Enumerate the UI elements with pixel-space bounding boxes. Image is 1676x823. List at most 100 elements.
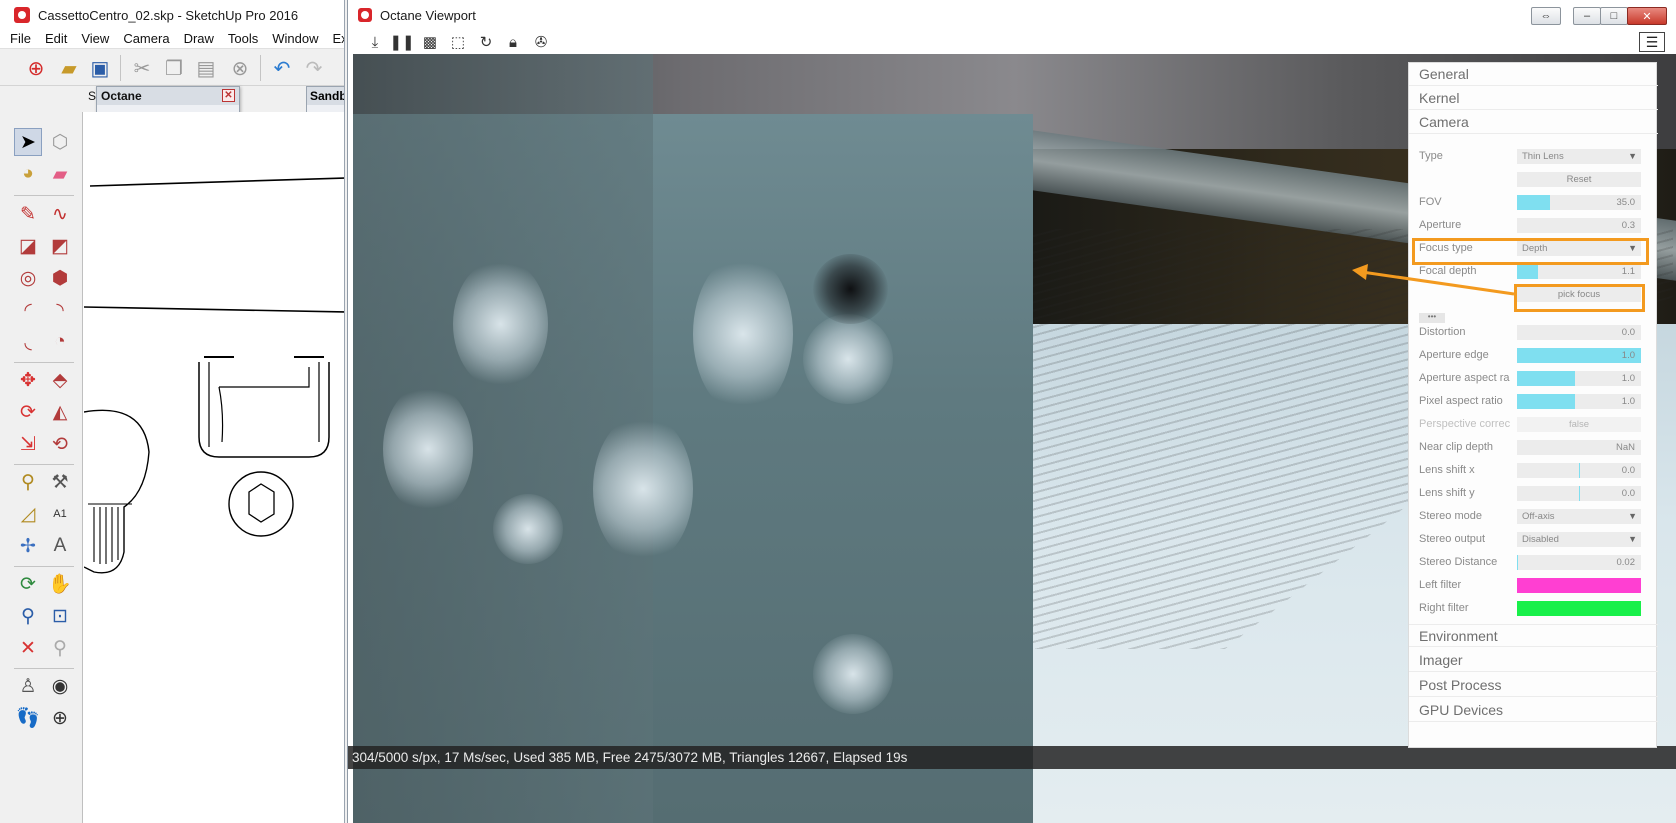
camera-type-value: Thin Lens — [1522, 151, 1564, 162]
aperture-edge-slider[interactable]: 1.0 — [1517, 348, 1641, 363]
stereo-mode-dropdown[interactable]: Off-axis ▼ — [1517, 509, 1641, 524]
line-tool-icon[interactable]: ✎ — [14, 200, 42, 228]
reset-button[interactable]: Reset — [1517, 172, 1641, 187]
section-plane-icon[interactable]: ⊕ — [46, 704, 74, 732]
pause-icon[interactable]: ❚❚ — [389, 32, 414, 52]
menu-camera[interactable]: Camera — [123, 31, 169, 46]
octane-toolbar-header[interactable]: Octane ✕ — [97, 87, 239, 105]
tool-separator — [14, 668, 74, 669]
pan-tool-icon[interactable]: ✋ — [46, 570, 74, 598]
section-kernel[interactable]: Kernel — [1409, 87, 1658, 110]
circle-tool-icon[interactable]: ◎ — [14, 264, 42, 292]
tape-measure-icon[interactable]: ⚲ — [14, 468, 42, 496]
hamburger-menu-icon[interactable]: ☰ — [1639, 32, 1665, 52]
paint-bucket-icon[interactable]: ◕ — [14, 160, 42, 188]
3d-text-icon[interactable]: A — [46, 532, 74, 560]
zoom-window-icon[interactable]: ⊡ — [46, 602, 74, 630]
select-tool-icon[interactable]: ➤ — [14, 128, 42, 156]
orbit-tool-icon[interactable]: ⟳ — [14, 570, 42, 598]
menu-tools[interactable]: Tools — [228, 31, 258, 46]
new-file-icon[interactable]: ⊕ — [22, 54, 50, 82]
rotate-tool-icon[interactable]: ⟳ — [14, 398, 42, 426]
close-icon[interactable]: ✕ — [1627, 7, 1667, 25]
aperture-slider[interactable]: 0.3 — [1517, 218, 1641, 233]
checker-icon[interactable]: ▩ — [420, 32, 440, 52]
menu-extensions[interactable]: Exter — [333, 31, 344, 46]
rectangle-tool-icon[interactable]: ◪ — [14, 232, 42, 260]
section-camera[interactable]: Camera — [1409, 111, 1658, 134]
sandbox-toolbar-title: Sandb — [307, 87, 344, 105]
scale-tool-icon[interactable]: ⇲ — [14, 430, 42, 458]
dimension-tool-icon[interactable]: ⚒ — [46, 468, 74, 496]
menu-window[interactable]: Window — [272, 31, 318, 46]
lens-shift-x-slider[interactable]: 0.0 — [1517, 463, 1641, 478]
aperture-aspect-slider-fill — [1517, 371, 1576, 386]
sketchup-standard-toolbar: ⊕ ▰ ▣ ✂ ❐ ▤ ⊗ ↶ ↷ — [0, 48, 344, 86]
menu-edit[interactable]: Edit — [45, 31, 67, 46]
focal-depth-slider-fill — [1517, 264, 1539, 279]
perspective-correction-toggle[interactable]: false — [1517, 417, 1641, 432]
look-around-icon[interactable]: ◉ — [46, 672, 74, 700]
eraser-icon[interactable]: ▰ — [46, 160, 74, 188]
section-gpu-devices[interactable]: GPU Devices — [1409, 699, 1658, 722]
section-post-process[interactable]: Post Process — [1409, 674, 1658, 697]
position-camera-icon[interactable]: ♙ — [14, 672, 42, 700]
stereo-distance-slider[interactable]: 0.02 — [1517, 555, 1641, 570]
cut-icon[interactable]: ✂ — [128, 54, 156, 82]
erase-icon[interactable]: ⊗ — [226, 54, 254, 82]
near-clip-slider[interactable]: NaN — [1517, 440, 1641, 455]
maximize-icon[interactable]: □ — [1600, 7, 1628, 25]
section-imager[interactable]: Imager — [1409, 649, 1658, 672]
fov-slider[interactable]: 35.0 — [1517, 195, 1641, 210]
protractor-icon[interactable]: ◿ — [14, 500, 42, 528]
arc-tool-icon[interactable]: ◜ — [14, 296, 42, 324]
left-filter-color-swatch[interactable] — [1517, 578, 1641, 593]
sketchup-drawing-area[interactable] — [83, 112, 344, 823]
undo-icon[interactable]: ↶ — [268, 54, 296, 82]
zoom-extents-icon[interactable]: ✕ — [14, 634, 42, 662]
menu-view[interactable]: View — [81, 31, 109, 46]
aperture-icon[interactable]: ✇ — [531, 32, 551, 52]
zoom-tool-icon[interactable]: ⚲ — [14, 602, 42, 630]
move-tool-icon[interactable]: ✥ — [14, 366, 42, 394]
aperture-aspect-slider[interactable]: 1.0 — [1517, 371, 1641, 386]
pixel-aspect-slider[interactable]: 1.0 — [1517, 394, 1641, 409]
region-icon[interactable]: ⬚ — [448, 32, 468, 52]
camera-type-dropdown[interactable]: Thin Lens ▼ — [1517, 149, 1641, 164]
save-icon[interactable]: ▣ — [86, 54, 114, 82]
polygon-tool-icon[interactable]: ⬢ — [46, 264, 74, 292]
focal-depth-slider[interactable]: 1.1 — [1517, 264, 1641, 279]
lock-icon[interactable]: 🔒︎ — [503, 32, 523, 52]
rotated-rectangle-icon[interactable]: ◩ — [46, 232, 74, 260]
chevron-down-icon: ▼ — [1628, 511, 1637, 521]
close-icon[interactable]: ✕ — [222, 89, 235, 102]
open-folder-icon[interactable]: ▰ — [55, 54, 83, 82]
axes-tool-icon[interactable]: ✢ — [14, 532, 42, 560]
text-tool-icon[interactable]: A1 — [46, 500, 74, 528]
redo-icon[interactable]: ↷ — [300, 54, 328, 82]
copy-icon[interactable]: ❐ — [160, 54, 188, 82]
pie-tool-icon[interactable]: ◔ — [46, 328, 74, 356]
export-icon[interactable]: ⤓ — [365, 32, 385, 52]
section-general[interactable]: General — [1409, 63, 1658, 86]
follow-me-icon[interactable]: ◭ — [46, 398, 74, 426]
two-point-arc-icon[interactable]: ◝ — [46, 296, 74, 324]
freehand-tool-icon[interactable]: ∿ — [46, 200, 74, 228]
lens-shift-y-slider[interactable]: 0.0 — [1517, 486, 1641, 501]
right-filter-color-swatch[interactable] — [1517, 601, 1641, 616]
walk-tool-icon[interactable]: 👣 — [14, 704, 42, 732]
section-environment[interactable]: Environment — [1409, 624, 1658, 647]
distortion-slider[interactable]: 0.0 — [1517, 325, 1641, 340]
paste-icon[interactable]: ▤ — [192, 54, 220, 82]
three-point-arc-icon[interactable]: ◟ — [14, 328, 42, 356]
push-pull-icon[interactable]: ⬘ — [46, 366, 74, 394]
minimize-icon[interactable]: – — [1573, 7, 1601, 25]
component-tool-icon[interactable]: ⬡ — [46, 128, 74, 156]
stereo-output-dropdown[interactable]: Disabled ▼ — [1517, 532, 1641, 547]
refresh-icon[interactable]: ↻ — [476, 32, 496, 52]
menu-draw[interactable]: Draw — [184, 31, 214, 46]
offset-tool-icon[interactable]: ⟲ — [46, 430, 74, 458]
menu-file[interactable]: File — [10, 31, 31, 46]
previous-view-icon[interactable]: ⚲ — [46, 634, 74, 662]
restore-layout-icon[interactable]: ⇔ — [1531, 7, 1561, 25]
